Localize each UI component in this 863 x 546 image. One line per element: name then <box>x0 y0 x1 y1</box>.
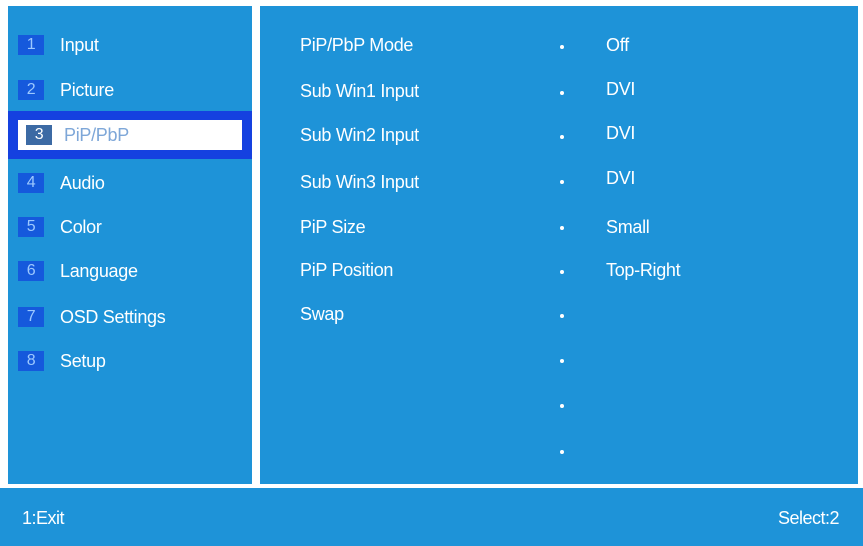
separator-dot <box>560 45 564 49</box>
menu-number-badge: 2 <box>18 80 44 100</box>
separator-dot <box>560 91 564 95</box>
option-value[interactable]: DVI <box>606 79 635 100</box>
menu-item-label: Picture <box>60 79 114 100</box>
menu-item-setup[interactable]: 8 Setup <box>18 349 106 373</box>
menu-item-label: Setup <box>60 350 106 371</box>
menu-item-pip-pbp[interactable]: 3 PiP/PbP <box>8 111 252 159</box>
menu-number-badge: 1 <box>18 35 44 55</box>
option-value[interactable]: Small <box>606 217 650 238</box>
separator-dot <box>560 450 564 454</box>
separator-dot <box>560 135 564 139</box>
option-label-pip-position[interactable]: PiP Position <box>300 260 393 281</box>
menu-number-badge: 6 <box>18 261 44 281</box>
option-label-pip-pbp-mode[interactable]: PiP/PbP Mode <box>300 35 413 56</box>
option-label-swap[interactable]: Swap <box>300 304 344 325</box>
menu-item-label: Input <box>60 34 99 55</box>
option-label-sub-win1-input[interactable]: Sub Win1 Input <box>300 81 419 102</box>
menu-item-label: Audio <box>60 172 105 193</box>
menu-item-color[interactable]: 5 Color <box>18 215 102 239</box>
menu-item-label: PiP/PbP <box>64 124 129 145</box>
menu-item-osd-settings[interactable]: 7 OSD Settings <box>18 305 166 329</box>
menu-item-input[interactable]: 1 Input <box>18 33 99 57</box>
menu-item-language[interactable]: 6 Language <box>18 259 138 283</box>
menu-number-badge: 8 <box>18 351 44 371</box>
menu-item-label: Language <box>60 260 138 281</box>
option-label-pip-size[interactable]: PiP Size <box>300 217 366 238</box>
menu-item-picture[interactable]: 2 Picture <box>18 78 114 102</box>
submenu-panel <box>260 6 858 484</box>
separator-dot <box>560 270 564 274</box>
option-label-sub-win3-input[interactable]: Sub Win3 Input <box>300 172 419 193</box>
separator-dot <box>560 226 564 230</box>
exit-hint: 1:Exit <box>22 508 65 528</box>
osd-screen: 1 Input 2 Picture 3 PiP/PbP 4 Audio 5 Co… <box>0 0 863 546</box>
menu-number-badge: 3 <box>26 125 52 145</box>
menu-number-badge: 5 <box>18 217 44 237</box>
option-value[interactable]: Top-Right <box>606 260 681 281</box>
menu-number-badge: 7 <box>18 307 44 327</box>
separator-dot <box>560 359 564 363</box>
option-value[interactable]: Off <box>606 35 629 56</box>
option-value[interactable]: DVI <box>606 123 635 144</box>
footer-bar <box>0 488 863 546</box>
separator-dot <box>560 180 564 184</box>
option-value[interactable]: DVI <box>606 168 635 189</box>
separator-dot <box>560 314 564 318</box>
select-hint: Select:2 <box>777 508 840 528</box>
selected-highlight: 3 PiP/PbP <box>18 120 242 150</box>
separator-dot <box>560 404 564 408</box>
menu-number-badge: 4 <box>18 173 44 193</box>
option-label-sub-win2-input[interactable]: Sub Win2 Input <box>300 125 419 146</box>
menu-item-label: Color <box>60 216 102 237</box>
menu-item-audio[interactable]: 4 Audio <box>18 171 105 195</box>
menu-item-label: OSD Settings <box>60 306 166 327</box>
